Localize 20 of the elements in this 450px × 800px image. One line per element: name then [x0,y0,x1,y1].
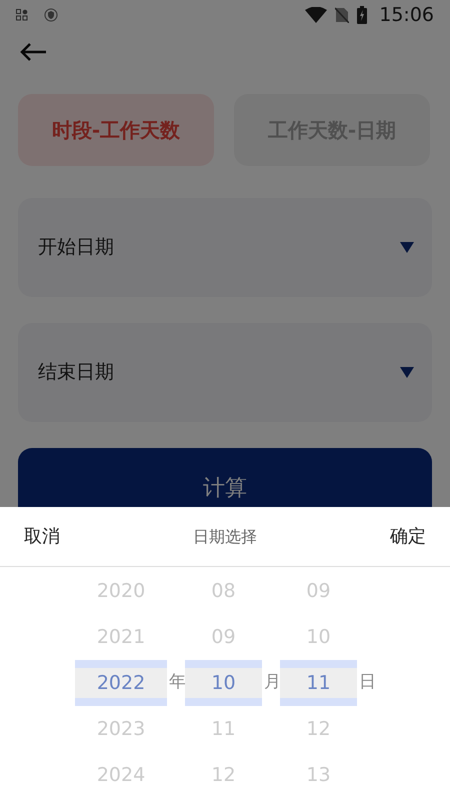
dropdown-triangle-icon [400,242,414,253]
shield-icon [44,8,58,22]
field-placeholder: 开始日期 [38,235,114,260]
picker-option[interactable]: 2022 [75,660,167,706]
picker-option[interactable]: 10 [185,660,262,706]
picker-option[interactable]: 11 [280,660,357,706]
wifi-icon [305,7,328,23]
battery-charging-icon [357,6,368,24]
mode-tab[interactable]: 时段-工作天数 [18,94,214,166]
date-field[interactable]: 开始日期 [18,198,432,297]
status-time: 15:06 [379,2,434,28]
dropdown-triangle-icon [400,367,414,378]
apps-icon [16,9,28,21]
no-sim-icon [335,7,350,23]
unit-label: 年 [168,671,186,694]
date-field[interactable]: 结束日期 [18,323,432,422]
unit-label: 月 [263,671,281,694]
back-arrow-icon[interactable] [19,42,47,62]
field-placeholder: 结束日期 [38,360,114,386]
unit-label: 日 [358,671,376,694]
